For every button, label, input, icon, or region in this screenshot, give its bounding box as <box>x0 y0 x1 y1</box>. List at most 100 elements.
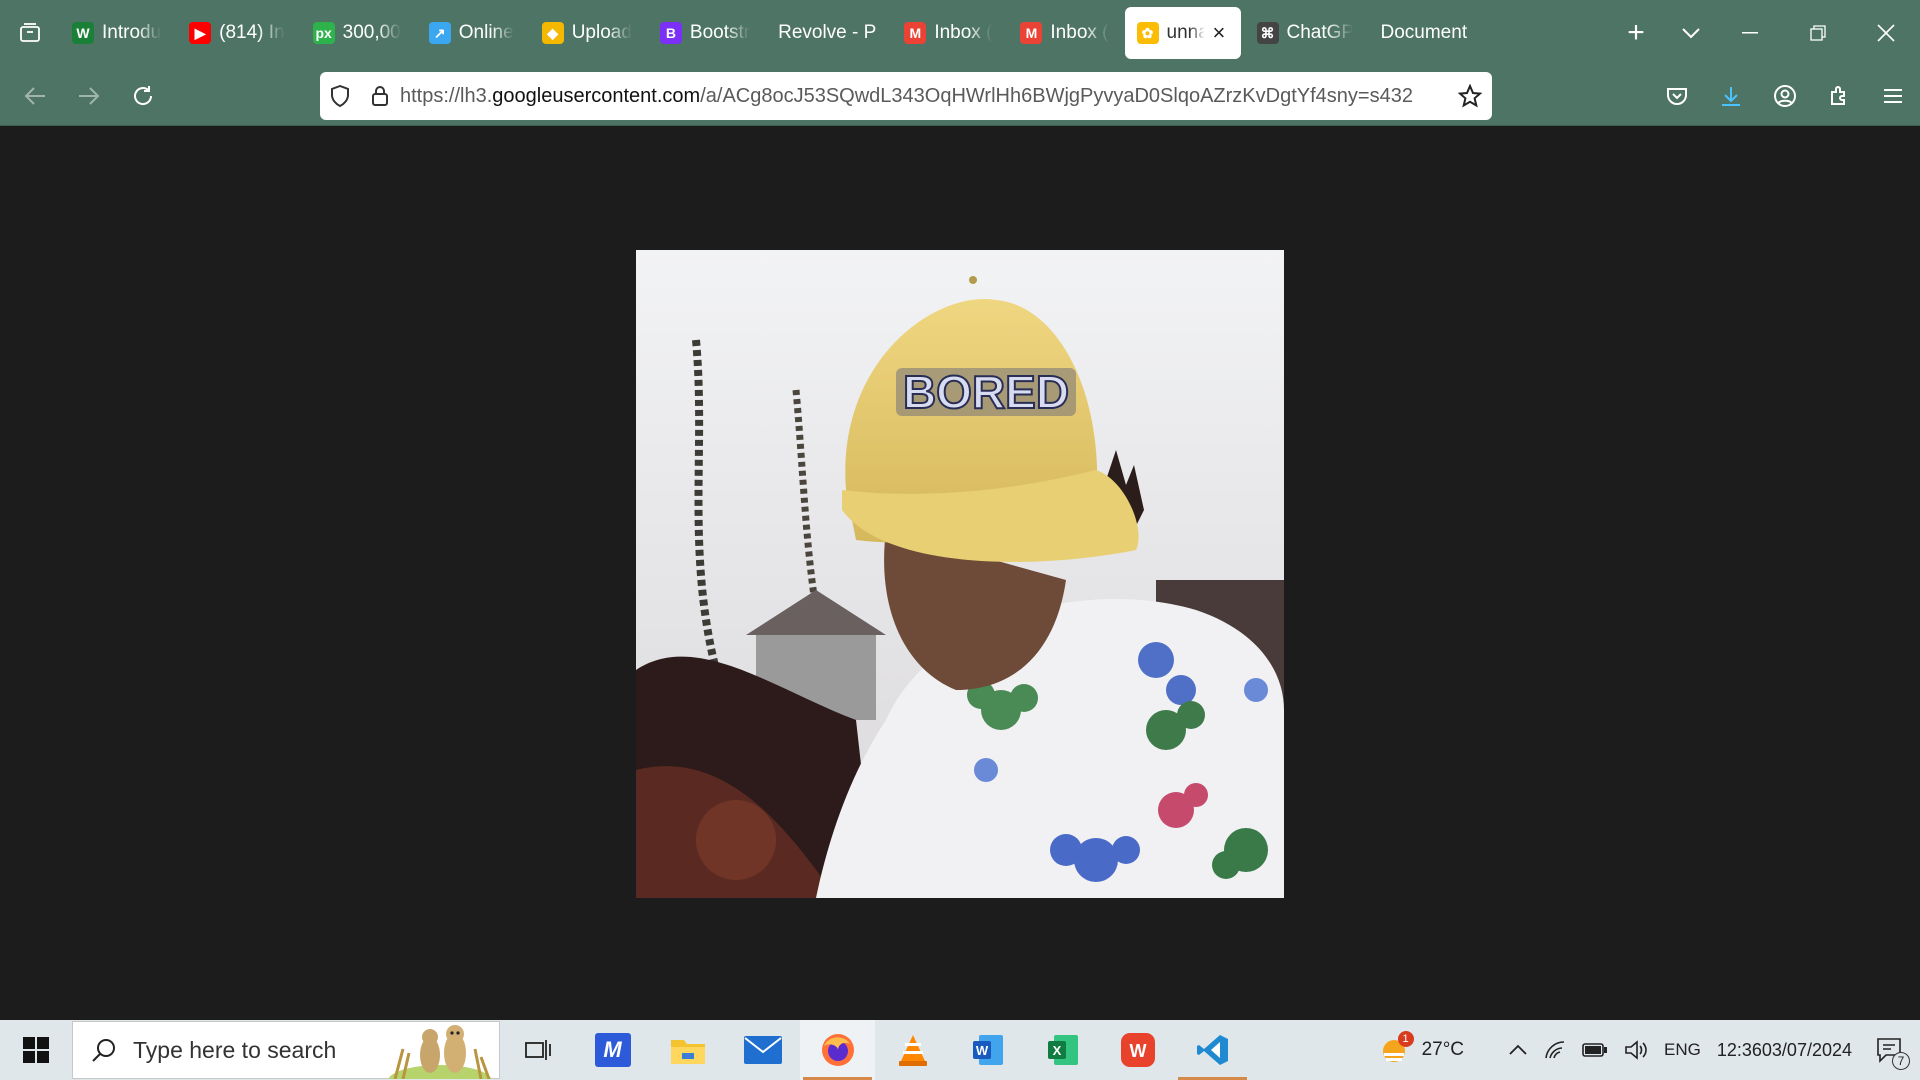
svg-text:W: W <box>975 1043 988 1058</box>
close-window-button[interactable] <box>1852 0 1920 66</box>
tab-label: unna <box>1166 22 1205 43</box>
firefox-icon[interactable] <box>800 1020 875 1080</box>
tab-label: Inbox ( <box>934 22 993 43</box>
arrow-app-icon: ↗ <box>428 22 451 44</box>
svg-text:W: W <box>1129 1041 1146 1061</box>
windows-start-button[interactable] <box>0 1020 72 1080</box>
wps-office-icon[interactable]: W <box>1100 1020 1175 1080</box>
address-bar[interactable]: https://lh3.googleusercontent.com/a/ACg8… <box>320 72 1492 120</box>
browser-tab[interactable]: B Bootstr <box>648 7 762 59</box>
file-explorer-icon[interactable] <box>650 1020 725 1080</box>
photo-illustration: BORED <box>636 250 1284 898</box>
window-controls <box>1716 0 1920 66</box>
browser-tab-bar: W Introdu ▶ (814) In px 300,00 ↗ Online ◆ Upload B… <box>0 0 1920 66</box>
url-domain: googleusercontent.com <box>492 84 701 107</box>
search-placeholder: Type here to search <box>133 1036 337 1063</box>
browser-tab[interactable]: ✿ unna × <box>1124 7 1241 59</box>
chevron-up-icon[interactable] <box>1500 1020 1536 1080</box>
pocket-icon[interactable] <box>1650 66 1704 126</box>
lock-icon[interactable] <box>360 85 400 107</box>
tab-label: Inbox ( <box>1050 22 1109 43</box>
tab-strip: W Introdu ▶ (814) In px 300,00 ↗ Online ◆ Upload B… <box>60 0 1606 66</box>
browser-tab[interactable]: Revolve - P <box>766 7 888 59</box>
upload-app-icon: ◆ <box>541 22 564 44</box>
taskbar-search-box[interactable]: Type here to search <box>72 1021 500 1079</box>
browser-tab[interactable]: ◆ Upload <box>530 7 644 59</box>
tab-list-icon[interactable] <box>0 0 60 66</box>
tab-label: Online <box>458 22 514 43</box>
tab-label: Bootstr <box>689 22 751 43</box>
tab-label: Upload <box>571 22 632 43</box>
volume-icon[interactable] <box>1616 1020 1656 1080</box>
menu-icon[interactable] <box>1866 66 1920 126</box>
svg-text:X: X <box>1052 1043 1061 1058</box>
browser-tab[interactable]: M Inbox ( <box>892 7 1004 59</box>
search-icon <box>92 1039 115 1062</box>
shield-icon[interactable] <box>320 85 360 107</box>
page-content: BORED <box>0 127 1920 1020</box>
back-button[interactable] <box>8 69 62 123</box>
battery-icon[interactable] <box>1574 1020 1616 1080</box>
w-brand-icon: W <box>72 22 94 44</box>
browser-tab[interactable]: M Inbox ( <box>1008 7 1120 59</box>
weather-temp: 27°C <box>1421 1039 1465 1060</box>
download-icon[interactable] <box>1704 66 1758 126</box>
app-m-icon[interactable]: M <box>575 1020 650 1080</box>
browser-tab[interactable]: ↗ Online <box>417 7 526 59</box>
tab-label: 300,00 <box>342 22 401 43</box>
chevron-down-icon[interactable] <box>1666 0 1716 66</box>
bootstrap-icon: B <box>659 22 682 44</box>
gmail-icon: M <box>904 22 927 44</box>
gmail-icon: M <box>1020 22 1043 44</box>
navigation-toolbar: https://lh3.googleusercontent.com/a/ACg8… <box>0 66 1920 126</box>
url-text[interactable]: https://lh3.googleusercontent.com/a/ACg8… <box>400 85 1448 108</box>
youtube-icon: ▶ <box>189 22 212 44</box>
weather-sun-icon: 1 <box>1380 1031 1414 1065</box>
google-photos-icon: ✿ <box>1136 22 1159 44</box>
displayed-image[interactable]: BORED <box>636 250 1284 898</box>
wifi-icon[interactable] <box>1536 1020 1574 1080</box>
system-tray: 1 27°C ENG 12:36 03/07/2024 7 <box>1372 1020 1920 1080</box>
forward-button[interactable] <box>62 69 116 123</box>
browser-tab[interactable]: W Introdu <box>60 7 173 59</box>
mail-icon[interactable] <box>725 1020 800 1080</box>
clock[interactable]: 12:36 03/07/2024 <box>1709 1020 1860 1080</box>
browser-tab[interactable]: px 300,00 <box>301 7 413 59</box>
word-icon[interactable]: W <box>950 1020 1025 1080</box>
new-tab-button[interactable]: + <box>1606 0 1666 66</box>
tab-label: Document <box>1380 22 1468 43</box>
language-indicator[interactable]: ENG <box>1656 1020 1709 1080</box>
notifications-icon[interactable]: 7 <box>1860 1020 1920 1080</box>
browser-tab[interactable]: Document <box>1369 7 1480 59</box>
pixabay-icon: px <box>312 22 335 44</box>
weather-badge: 1 <box>1397 1031 1414 1047</box>
restore-button[interactable] <box>1784 0 1852 66</box>
clock-date: 03/07/2024 <box>1761 1040 1852 1060</box>
url-path: /a/ACg8ocJ53SQwdL343OqHWrlHh6BWjgPyvyaD0… <box>700 84 1413 107</box>
vlc-icon[interactable] <box>875 1020 950 1080</box>
url-prefix: https://lh3. <box>400 84 493 107</box>
star-icon[interactable] <box>1448 84 1492 108</box>
account-icon[interactable] <box>1758 66 1812 126</box>
toolbar-right <box>1650 66 1920 126</box>
close-tab-icon[interactable]: × <box>1213 20 1226 46</box>
reload-button[interactable] <box>116 69 170 123</box>
tab-label: Revolve - P <box>778 22 877 43</box>
tab-label: ChatGP <box>1286 22 1353 43</box>
tab-label: (814) In <box>219 22 285 43</box>
meerkat-search-highlight-icon <box>388 1025 492 1079</box>
windows-taskbar: Type here to search M W X W 1 27°C ENG 1… <box>0 1020 1920 1080</box>
excel-icon[interactable]: X <box>1025 1020 1100 1080</box>
browser-tab[interactable]: ⌘ ChatGP <box>1245 7 1365 59</box>
cap-embroidery-text: BORED <box>903 366 1069 418</box>
vscode-icon[interactable] <box>1175 1020 1250 1080</box>
chatgpt-icon: ⌘ <box>1256 22 1279 44</box>
notification-count: 7 <box>1892 1052 1910 1070</box>
weather-widget[interactable]: 1 27°C <box>1372 1020 1472 1080</box>
task-view-icon[interactable] <box>500 1020 575 1080</box>
clock-time: 12:36 <box>1716 1040 1762 1060</box>
extensions-icon[interactable] <box>1812 66 1866 126</box>
browser-tab[interactable]: ▶ (814) In <box>177 7 296 59</box>
minimize-button[interactable] <box>1716 0 1784 66</box>
tab-label: Introdu <box>102 22 162 43</box>
